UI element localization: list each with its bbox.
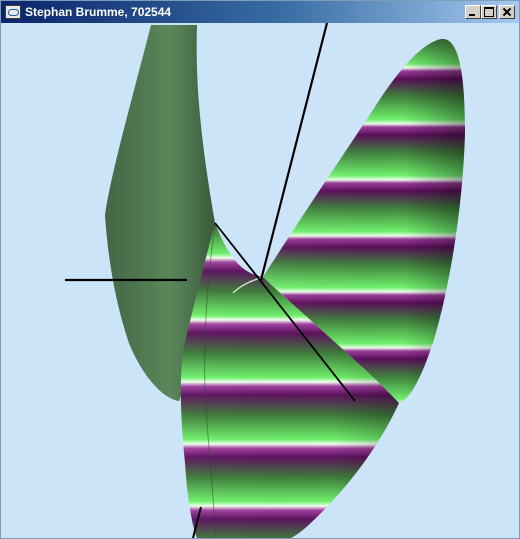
window-title: Stephan Brumme, 702544	[25, 5, 172, 19]
close-button[interactable]	[499, 5, 515, 19]
app-window: Stephan Brumme, 702544	[0, 0, 520, 539]
3d-viewport[interactable]	[1, 23, 519, 538]
minimize-button[interactable]	[465, 5, 481, 19]
title-bar[interactable]: Stephan Brumme, 702544	[1, 1, 519, 23]
app-icon[interactable]	[5, 5, 21, 19]
surface-render	[65, 23, 465, 538]
maximize-button[interactable]	[481, 5, 497, 19]
